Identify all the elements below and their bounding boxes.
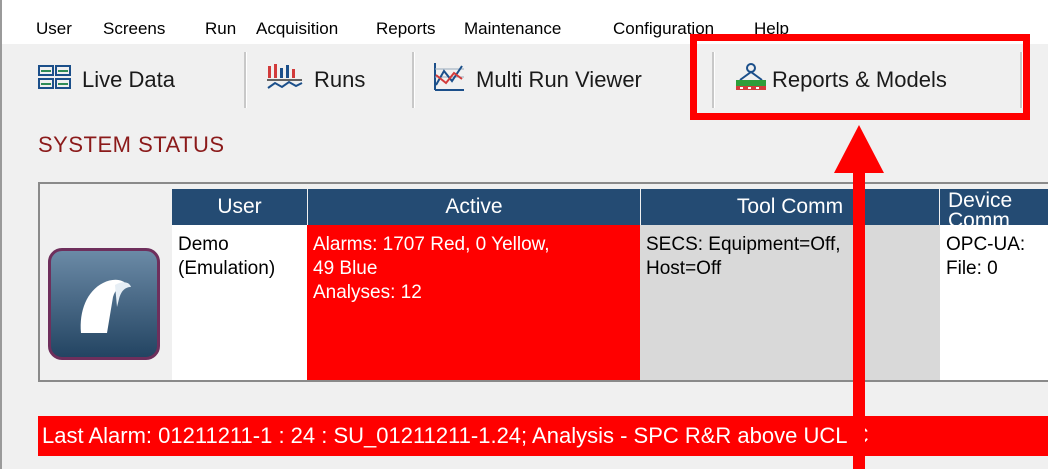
status-cell-user: Demo (Emulation) (172, 225, 307, 380)
column-header-device-comm: Device Comm (940, 189, 1048, 225)
status-cell-device-comm: OPC-UA: File: 0 (940, 225, 1048, 380)
menu-run[interactable]: Run (205, 18, 236, 40)
alarms-summary: Alarms: 1707 Red, 0 Yellow, (313, 234, 550, 255)
column-header-user: User (172, 189, 307, 225)
menu-acquisition[interactable]: Acquisition (256, 18, 338, 40)
file-status: File: 0 (946, 258, 998, 279)
column-header-active: Active (308, 189, 640, 225)
user-mode: (Emulation) (178, 258, 276, 279)
opc-ua-status: OPC-UA: (946, 234, 1026, 255)
multi-run-chart-icon (432, 61, 466, 99)
tab-divider (412, 52, 415, 108)
analyses-count: Analyses: 12 (313, 282, 422, 303)
tab-multi-run-viewer[interactable]: Multi Run Viewer (432, 50, 642, 110)
tab-runs[interactable]: Runs (266, 50, 365, 110)
live-data-icon (38, 64, 72, 96)
menu-maintenance[interactable]: Maintenance (464, 18, 561, 40)
status-cell-active[interactable]: Alarms: 1707 Red, 0 Yellow, 49 Blue Anal… (307, 225, 640, 380)
tab-live-data-label: Live Data (82, 67, 175, 92)
last-alarm-bar[interactable]: Last Alarm: 01211211-1 : 24 : SU_0121121… (38, 416, 1048, 456)
app-logo (48, 248, 160, 360)
tab-runs-label: Runs (314, 67, 366, 92)
arrow-head (834, 125, 884, 173)
tab-divider (244, 52, 247, 108)
status-cell-tool-comm: SECS: Equipment=Off, Host=Off (640, 225, 940, 380)
menu-user[interactable]: User (36, 18, 72, 40)
highlight-box (690, 34, 1030, 120)
secs-status: SECS: Equipment=Off, (646, 234, 841, 255)
user-name: Demo (178, 234, 229, 255)
tab-multi-run-viewer-label: Multi Run Viewer (476, 67, 642, 92)
arrow-shaft (853, 170, 865, 469)
app-window: User Screens Run Acquisition Reports Mai… (0, 0, 1048, 469)
tab-live-data[interactable]: Live Data (38, 50, 175, 110)
column-header-tool-comm: Tool Comm (641, 189, 939, 225)
menu-screens[interactable]: Screens (103, 18, 165, 40)
alarms-blue: 49 Blue (313, 258, 378, 279)
menu-reports[interactable]: Reports (376, 18, 436, 40)
system-status-title: SYSTEM STATUS (38, 132, 225, 157)
runs-chart-icon (266, 62, 304, 98)
host-status: Host=Off (646, 258, 722, 279)
